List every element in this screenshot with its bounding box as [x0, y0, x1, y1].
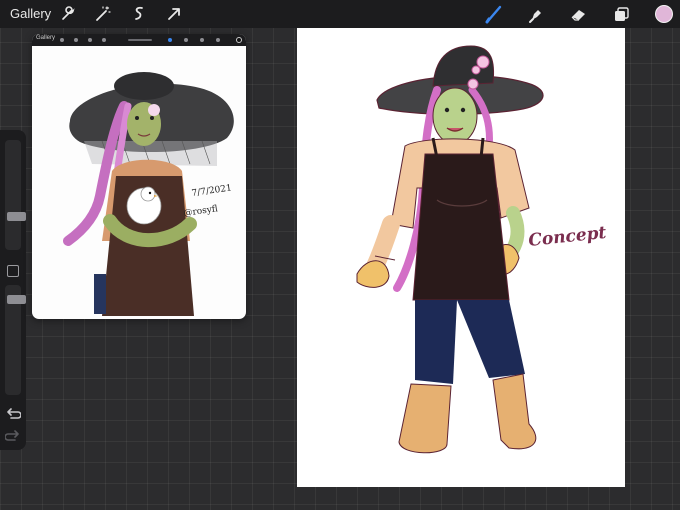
opacity-slider[interactable] [5, 285, 26, 395]
current-color-swatch[interactable] [655, 5, 673, 23]
gallery-button[interactable]: Gallery [10, 6, 51, 21]
brush-icon[interactable] [484, 4, 504, 24]
top-toolbar: Gallery [0, 0, 680, 28]
ref-move-icon [102, 38, 106, 42]
ref-eraser-icon [200, 38, 204, 42]
concept-annotation: Concept [527, 223, 607, 251]
drawing-canvas[interactable]: Concept [297, 28, 625, 487]
wrench-icon[interactable] [58, 4, 78, 24]
reference-artwork: 7/7/2021 @rosyfl [63, 72, 234, 316]
selection-icon[interactable] [129, 4, 149, 24]
transform-arrow-icon[interactable] [164, 4, 184, 24]
sidebar [0, 130, 26, 450]
signature-date: 7/7/2021 [191, 183, 232, 199]
ref-smudge-icon [184, 38, 188, 42]
redo-icon[interactable] [5, 430, 21, 444]
ref-color-dot [236, 37, 242, 43]
smudge-icon[interactable] [526, 4, 546, 24]
ref-grabber [128, 39, 152, 41]
ref-brush-icon [168, 38, 172, 42]
canvas-artwork: Concept [356, 45, 607, 454]
reference-gallery-label: Gallery [36, 35, 56, 41]
signature-handle: @rosyfl [183, 204, 218, 219]
magic-wand-icon[interactable] [93, 4, 113, 24]
modify-square-icon[interactable] [7, 265, 19, 277]
undo-icon[interactable] [5, 408, 21, 422]
ref-wand-icon [74, 38, 78, 42]
ref-select-icon [88, 38, 92, 42]
eraser-icon[interactable] [569, 4, 589, 24]
reference-window[interactable]: Gallery 7/7/2021 @rosyfl [32, 34, 246, 319]
brush-size-slider[interactable] [5, 140, 26, 250]
ref-layers-icon [216, 38, 220, 42]
opacity-thumb[interactable] [7, 295, 26, 304]
layers-icon[interactable] [612, 4, 632, 24]
ref-wrench-icon [60, 38, 64, 42]
brush-size-thumb[interactable] [7, 212, 26, 221]
reference-toolbar: Gallery [32, 34, 246, 46]
